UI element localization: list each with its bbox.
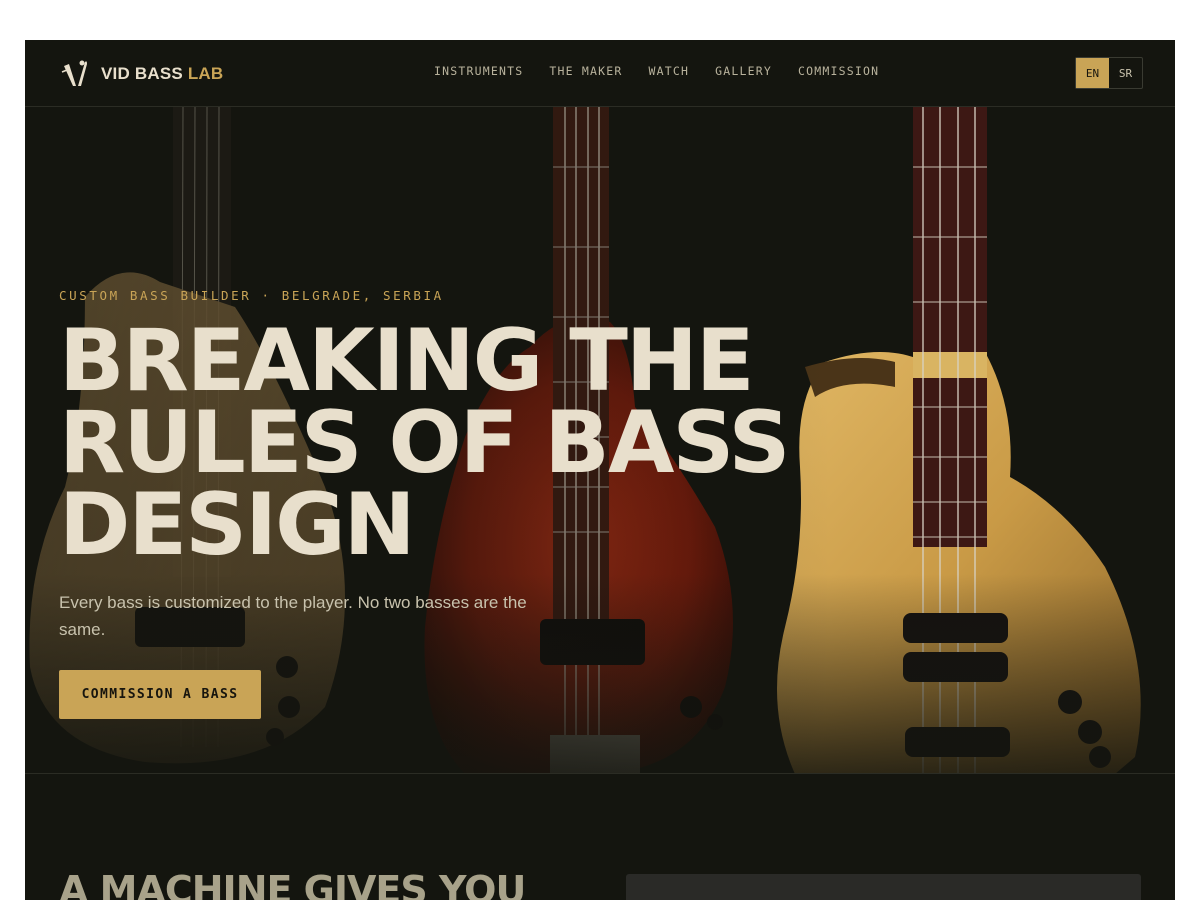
nav-link-gallery[interactable]: GALLERY <box>715 64 772 78</box>
nav-link-the-maker[interactable]: THE MAKER <box>549 64 622 78</box>
nav-link-instruments[interactable]: INSTRUMENTS <box>434 64 523 78</box>
page-frame: VID BASS LAB INSTRUMENTS THE MAKER WATCH… <box>25 40 1175 900</box>
brand-name-accent: LAB <box>187 64 224 83</box>
nav-link-commission[interactable]: COMMISSION <box>798 64 879 78</box>
hero-headline: BREAKING THE RULES OF BASS DESIGN <box>59 311 790 575</box>
brand-name: VID BASS LAB <box>101 64 224 83</box>
hero-eyebrow: CUSTOM BASS BUILDER · BELGRADE, SERBIA <box>59 288 444 303</box>
top-navigation: VID BASS LAB INSTRUMENTS THE MAKER WATCH… <box>25 40 1175 107</box>
language-en-button[interactable]: EN <box>1076 58 1109 88</box>
hero-section: CUSTOM BASS BUILDER · BELGRADE, SERBIA B… <box>25 107 1175 774</box>
language-switcher: EN SR <box>1075 57 1143 89</box>
hero-subtext: Every bass is customized to the player. … <box>59 593 527 639</box>
section-title: A MACHINE GIVES YOU <box>59 868 526 900</box>
commission-bass-button[interactable]: COMMISSION A BASS <box>59 670 261 719</box>
language-sr-button[interactable]: SR <box>1109 58 1142 88</box>
v-tuning-fork-icon <box>61 60 87 86</box>
nav-link-watch[interactable]: WATCH <box>649 64 690 78</box>
section-media-panel <box>626 874 1141 900</box>
brand-logo[interactable]: VID BASS LAB <box>61 58 223 90</box>
main-nav-links: INSTRUMENTS THE MAKER WATCH GALLERY COMM… <box>434 64 905 78</box>
